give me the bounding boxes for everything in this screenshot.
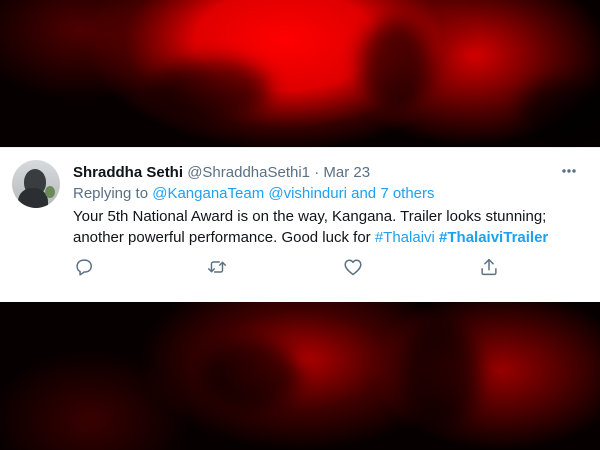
retweet-icon[interactable] [206,256,228,278]
heart-icon[interactable] [342,256,364,278]
tweet-header: Shraddha Sethi @ShraddhaSethi1 · Mar 23 [73,164,370,182]
replying-to-line: Replying to @KanganaTeam @vishinduri and… [73,185,435,203]
mention-link[interactable]: @vishinduri [268,185,347,202]
hashtag-link[interactable]: #ThalaiviTrailer [439,229,548,246]
dot-separator: · [314,164,320,181]
tweet-card[interactable]: Shraddha Sethi @ShraddhaSethi1 · Mar 23 … [0,147,600,302]
display-name[interactable]: Shraddha Sethi [73,164,183,181]
mention-link[interactable]: @KanganaTeam [152,185,264,202]
replying-to-label: Replying to [73,185,149,202]
tweet-text: Your 5th National Award is on the way, K… [73,206,583,248]
comment-icon[interactable] [73,256,95,278]
tweet-date[interactable]: Mar 23 [323,164,370,181]
avatar[interactable] [12,160,60,208]
share-icon[interactable] [478,256,500,278]
divider [0,147,600,148]
others-link[interactable]: and 7 others [351,185,434,202]
user-handle[interactable]: @ShraddhaSethi1 [187,164,310,181]
hashtag-link[interactable]: #Thalaivi [375,229,435,246]
ellipsis-icon[interactable] [556,161,582,181]
